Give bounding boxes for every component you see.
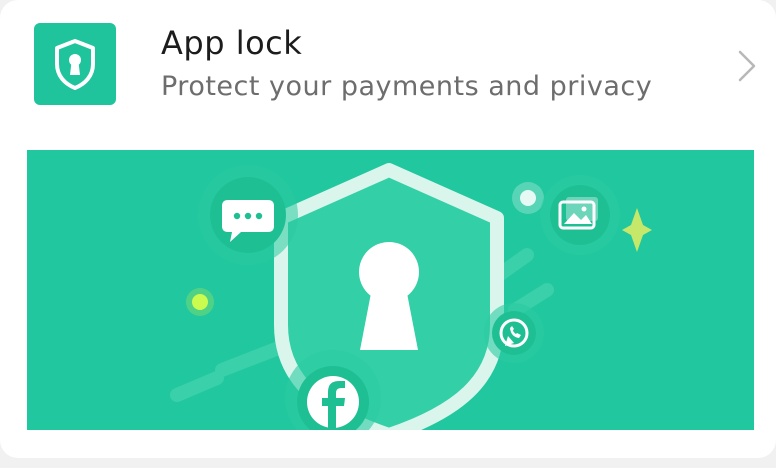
sparkle-icon <box>622 208 652 252</box>
chat-bubble-icon <box>198 165 298 265</box>
phone-call-icon <box>484 303 544 363</box>
chevron-right-icon[interactable] <box>732 48 760 84</box>
item-title: App lock <box>161 24 303 62</box>
app-lock-icon <box>34 23 116 105</box>
gallery-icon <box>540 175 620 255</box>
app-lock-banner[interactable] <box>27 150 754 430</box>
app-lock-card[interactable]: App lock Protect your payments and priva… <box>0 0 776 458</box>
app-lock-row[interactable]: App lock Protect your payments and priva… <box>0 0 776 140</box>
shield-keyhole-icon <box>55 39 95 90</box>
bottom-divider <box>0 458 776 468</box>
banner-illustration <box>170 163 652 430</box>
item-subtitle: Protect your payments and privacy <box>161 71 653 102</box>
